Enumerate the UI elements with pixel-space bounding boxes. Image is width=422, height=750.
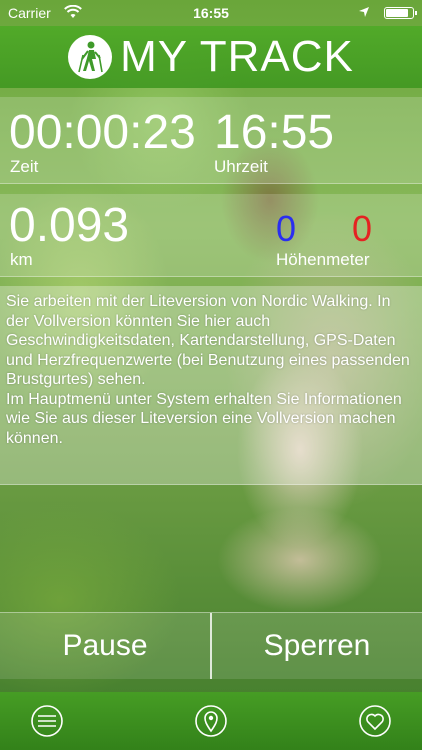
elapsed-time-value: 00:00:23 — [9, 106, 196, 159]
app-header: MY TRACK — [0, 26, 422, 88]
lite-version-info: Sie arbeiten mit der Liteversion von Nor… — [6, 293, 410, 447]
app-title: MY TRACK — [120, 32, 354, 81]
distance-value: 0.093 — [9, 199, 130, 252]
heart-icon[interactable] — [358, 704, 392, 738]
info-panel: Sie arbeiten mit der Liteversion von Nor… — [0, 286, 422, 485]
clock-label: Uhrzeit — [214, 157, 268, 176]
pause-button[interactable]: Pause — [0, 613, 212, 679]
clock-value: 16:55 — [214, 106, 335, 159]
elapsed-time-label: Zeit — [10, 157, 39, 176]
distance-panel: 0.093 km 0 0 Höhenmeter — [0, 194, 422, 277]
altitude-up-value: 0 — [276, 208, 297, 249]
altitude-label: Höhenmeter — [276, 250, 370, 269]
menu-icon[interactable] — [30, 704, 64, 738]
tab-bar — [0, 692, 422, 750]
battery-icon — [384, 7, 417, 19]
action-bar: Pause Sperren — [0, 612, 422, 679]
location-pin-icon[interactable] — [194, 704, 228, 738]
location-arrow-icon — [359, 7, 369, 17]
time-panel: 00:00:23 Zeit 16:55 Uhrzeit — [0, 97, 422, 184]
nordic-walker-icon — [68, 35, 113, 79]
distance-label: km — [10, 250, 33, 269]
altitude-down-value: 0 — [352, 208, 373, 249]
lock-button[interactable]: Sperren — [212, 613, 422, 679]
status-bar: Carrier 16:55 — [0, 0, 422, 26]
